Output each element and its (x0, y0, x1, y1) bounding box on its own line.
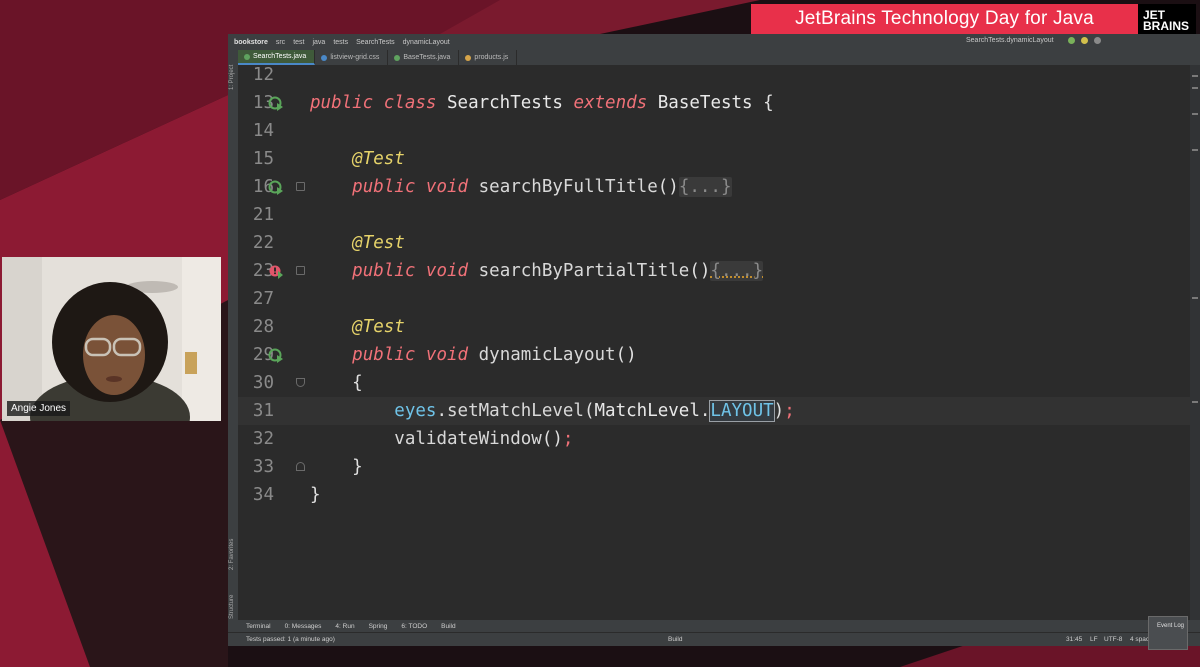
speaker-name-label: Angie Jones (7, 401, 71, 416)
code-line: 28 @Test (238, 313, 1190, 341)
fold-icon[interactable] (296, 462, 305, 471)
build-tool[interactable]: Build (441, 623, 455, 630)
breadcrumb-item[interactable]: SearchTests (356, 39, 395, 46)
line-number: 12 (252, 65, 274, 85)
line-number: 33 (252, 457, 274, 477)
code-line: 27 (238, 285, 1190, 313)
status-message[interactable]: Tests passed: 1 (a minute ago) (246, 636, 335, 643)
css-file-icon (321, 54, 328, 61)
error-stripe[interactable] (1190, 65, 1200, 630)
todo-tool[interactable]: 6: TODO (401, 623, 427, 630)
event-log-button[interactable]: Event Log (1148, 616, 1188, 650)
status-bar: Tests passed: 1 (a minute ago) Build 31:… (228, 632, 1200, 646)
selected-identifier[interactable]: LAYOUT (709, 400, 775, 422)
code-line: 32 validateWindow(); (238, 425, 1190, 453)
tab-searchtests[interactable]: SearchTests.java (238, 50, 316, 65)
run-config-select[interactable]: SearchTests.dynamicLayout (966, 37, 1054, 44)
code-line: 23 public void searchByPartialTitle(){..… (238, 257, 1190, 285)
ide-window: bookstore src test java tests SearchTest… (228, 34, 1200, 646)
folded-code[interactable]: {...} (678, 177, 732, 197)
tab-listview-grid[interactable]: listview-grid.css (315, 50, 389, 65)
code-editor[interactable]: 12 13 public class SearchTests extends B… (238, 65, 1190, 620)
code-line: 13 public class SearchTests extends Base… (238, 89, 1190, 117)
line-number: 27 (252, 289, 274, 309)
bottom-tool-bar: Terminal 0: Messages 4: Run Spring 6: TO… (228, 620, 1200, 632)
fold-icon[interactable] (296, 378, 305, 387)
run-test-failed-icon[interactable] (268, 263, 284, 279)
tab-basetests[interactable]: BaseTests.java (388, 50, 460, 65)
tab-products[interactable]: products.js (459, 50, 518, 65)
breadcrumb-item[interactable]: test (293, 39, 304, 46)
code-line: 30 { (238, 369, 1190, 397)
file-encoding[interactable]: UTF-8 (1104, 636, 1122, 643)
run-test-icon[interactable] (268, 347, 284, 363)
speaker-image (2, 257, 221, 421)
line-separator[interactable]: LF (1090, 636, 1098, 643)
line-number: 28 (252, 317, 274, 337)
breadcrumb-item[interactable]: java (312, 39, 325, 46)
breadcrumb-item[interactable]: dynamicLayout (403, 39, 450, 46)
fold-icon[interactable] (296, 266, 305, 275)
line-number: 34 (252, 485, 274, 505)
line-number: 22 (252, 233, 274, 253)
editor-tabs: SearchTests.java listview-grid.css BaseT… (238, 50, 1200, 65)
code-line: 33 } (238, 453, 1190, 481)
toolbar-icons (1068, 37, 1101, 44)
code-line-current: 31 eyes.setMatchLevel(MatchLevel.LAYOUT)… (238, 397, 1190, 425)
folded-code[interactable]: {...} (710, 261, 764, 281)
breadcrumb: bookstore src test java tests SearchTest… (228, 34, 1200, 50)
code-line: 21 (238, 201, 1190, 229)
project-tool-label[interactable]: 1: Project (229, 65, 235, 90)
favorites-tool-label[interactable]: 2: Favorites (229, 539, 235, 570)
left-tool-strip: 1: Project 2: Favorites Z: Structure (228, 50, 238, 630)
line-number: 32 (252, 429, 274, 449)
breadcrumb-item[interactable]: src (276, 39, 285, 46)
line-number: 21 (252, 205, 274, 225)
code-line: 14 (238, 117, 1190, 145)
fold-icon[interactable] (296, 182, 305, 191)
run-test-icon[interactable] (268, 179, 284, 195)
java-file-icon (244, 53, 250, 60)
line-number: 14 (252, 121, 274, 141)
line-number: 31 (252, 401, 274, 421)
coverage-icon[interactable] (1094, 37, 1101, 44)
line-number: 30 (252, 373, 274, 393)
code-line: 16 public void searchByFullTitle(){...} (238, 173, 1190, 201)
event-banner: JetBrains Technology Day for Java (751, 4, 1138, 34)
debug-icon[interactable] (1081, 37, 1088, 44)
code-line: 29 public void dynamicLayout() (238, 341, 1190, 369)
terminal-tool[interactable]: Terminal (246, 623, 271, 630)
code-line: 22 @Test (238, 229, 1190, 257)
line-number: 15 (252, 149, 274, 169)
webcam-feed: Angie Jones (2, 257, 221, 421)
run-icon[interactable] (1068, 37, 1075, 44)
code-line: 12 (238, 65, 1190, 89)
breadcrumb-item[interactable]: tests (333, 39, 348, 46)
messages-tool[interactable]: 0: Messages (285, 623, 322, 630)
code-line: 15 @Test (238, 145, 1190, 173)
js-file-icon (465, 54, 472, 61)
spring-tool[interactable]: Spring (369, 623, 388, 630)
run-test-icon[interactable] (268, 95, 284, 111)
java-file-icon (394, 54, 401, 61)
status-build: Build (668, 636, 683, 643)
run-tool[interactable]: 4: Run (335, 623, 354, 630)
code-line: 34 } (238, 481, 1190, 509)
breadcrumb-item[interactable]: bookstore (234, 39, 268, 46)
cursor-position[interactable]: 31:45 (1066, 636, 1082, 643)
